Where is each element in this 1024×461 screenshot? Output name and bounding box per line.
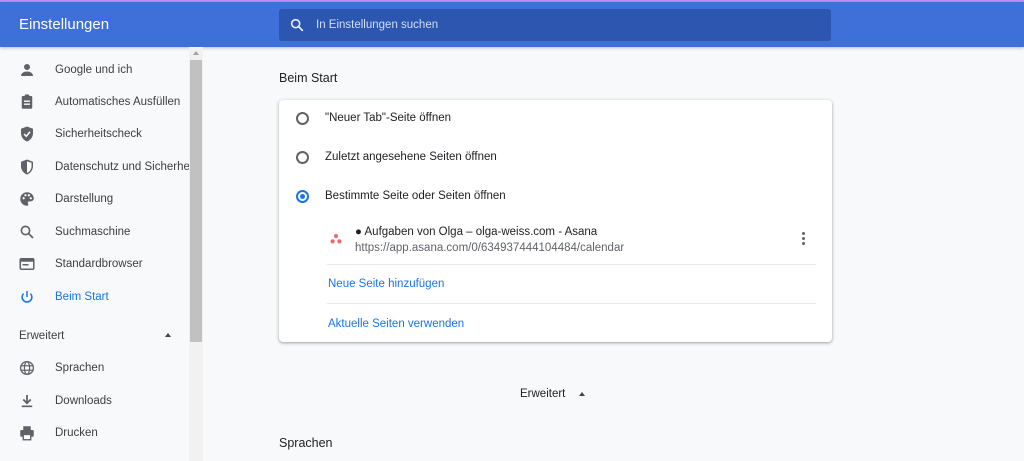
add-page-link[interactable]: Neue Seite hinzufügen — [328, 274, 444, 294]
scrollbar-thumb[interactable] — [190, 60, 202, 342]
search-input[interactable]: In Einstellungen suchen — [279, 9, 831, 41]
section-title-on-startup: Beim Start — [279, 71, 338, 85]
sidebar-item-label: Sicherheitscheck — [55, 128, 142, 140]
sidebar-item-autofill[interactable]: Automatisches Ausfüllen — [0, 86, 190, 118]
radio-button[interactable] — [296, 112, 309, 125]
sidebar-item-label: Suchmaschine — [55, 226, 131, 238]
sidebar-item-label: Beim Start — [55, 291, 109, 303]
person-icon — [21, 64, 33, 76]
download-icon — [21, 395, 33, 408]
startup-page-entry: ● Aufgaben von Olga – olga-weiss.com - A… — [327, 220, 817, 264]
sidebar-scrollbar[interactable] — [189, 47, 203, 461]
sidebar-item-search-engine[interactable]: Suchmaschine — [0, 216, 190, 248]
page-title: Einstellungen — [19, 16, 110, 33]
search-icon — [290, 18, 304, 32]
sidebar-item-printing[interactable]: Drucken — [0, 417, 190, 449]
sidebar-item-label: Drucken — [55, 427, 98, 439]
sidebar-item-label: Darstellung — [55, 193, 114, 205]
divider — [327, 264, 816, 265]
sidebar-item-label: Standardbrowser — [55, 258, 143, 270]
option-label: Zuletzt angesehene Seiten öffnen — [325, 151, 497, 163]
sidebar-item-label: Sprachen — [55, 362, 105, 374]
sidebar-item-google[interactable]: Google und ich — [0, 54, 190, 86]
clipboard-icon — [21, 94, 33, 109]
use-current-pages-link[interactable]: Aktuelle Seiten verwenden — [328, 314, 464, 334]
advanced-button-label: Erweitert — [520, 388, 566, 400]
option-specific-pages[interactable]: Bestimmte Seite oder Seiten öffnen — [279, 178, 832, 216]
sidebar-item-appearance[interactable]: Darstellung — [0, 183, 190, 215]
sidebar-item-label: Google und ich — [55, 64, 133, 76]
power-icon — [21, 291, 33, 303]
palette-icon — [20, 192, 34, 206]
sidebar-item-label: Downloads — [55, 395, 112, 407]
option-label: "Neuer Tab"-Seite öffnen — [325, 112, 452, 124]
radio-button-selected[interactable] — [296, 190, 309, 203]
header-bar: Einstellungen In Einstellungen suchen — [0, 2, 1024, 47]
sidebar-advanced-toggle[interactable]: Erweitert — [19, 320, 64, 352]
caret-up-icon — [165, 333, 171, 337]
sidebar-item-default-browser[interactable]: Standardbrowser — [0, 248, 190, 280]
asana-icon — [330, 233, 342, 244]
startup-page-url: https://app.asana.com/0/634937444104484/… — [355, 242, 625, 254]
option-continue[interactable]: Zuletzt angesehene Seiten öffnen — [279, 139, 832, 177]
search-icon — [20, 225, 34, 239]
browser-icon — [19, 258, 35, 270]
sidebar-item-languages[interactable]: Sprachen — [0, 352, 190, 384]
divider — [327, 303, 816, 304]
printer-icon — [20, 426, 34, 441]
caret-up-icon — [579, 392, 585, 396]
sidebar-item-downloads[interactable]: Downloads — [0, 385, 190, 417]
sidebar-item-on-startup[interactable]: Beim Start — [0, 281, 190, 313]
more-actions-icon[interactable] — [799, 232, 809, 248]
shield-check-icon — [21, 126, 33, 142]
startup-settings-card: "Neuer Tab"-Seite öffnen Zuletzt angeseh… — [279, 100, 832, 342]
globe-icon — [19, 360, 35, 376]
sidebar-item-privacy[interactable]: Datenschutz und Sicherheit — [0, 151, 196, 183]
advanced-button[interactable]: Erweitert — [513, 382, 593, 406]
radio-button[interactable] — [296, 151, 309, 164]
sidebar: Google und ich Automatisches Ausfüllen S… — [0, 47, 203, 461]
sidebar-item-safety-check[interactable]: Sicherheitscheck — [0, 118, 190, 150]
startup-page-title: ● Aufgaben von Olga – olga-weiss.com - A… — [355, 226, 598, 238]
search-placeholder: In Einstellungen suchen — [316, 19, 439, 31]
option-label: Bestimmte Seite oder Seiten öffnen — [325, 190, 506, 202]
section-title-languages: Sprachen — [279, 436, 333, 450]
scroll-up-arrow-icon[interactable] — [193, 51, 199, 55]
shield-icon — [21, 159, 33, 175]
sidebar-item-label: Datenschutz und Sicherheit — [55, 161, 196, 173]
option-new-tab[interactable]: "Neuer Tab"-Seite öffnen — [279, 100, 832, 138]
sidebar-item-label: Automatisches Ausfüllen — [55, 96, 181, 108]
